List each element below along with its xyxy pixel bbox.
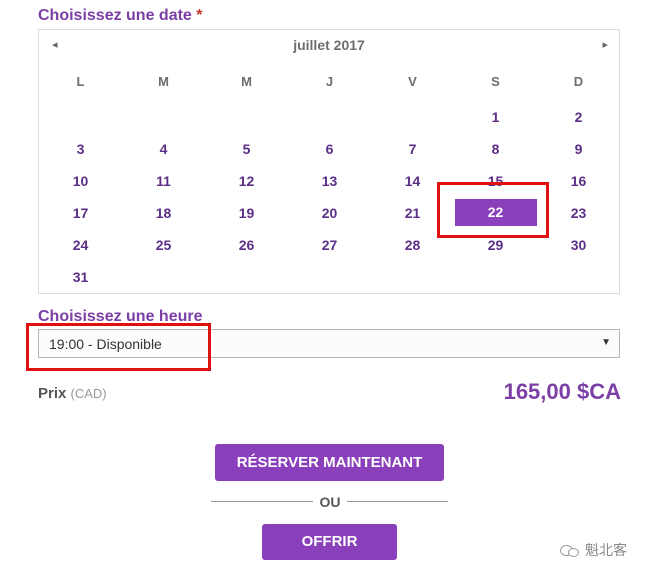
calendar-day[interactable]: 2 [537,106,620,138]
calendar-day[interactable]: 19 [205,202,288,234]
weekday-header: V [408,74,417,89]
calendar-day-empty [122,106,205,138]
weekday-header: L [76,74,85,89]
calendar: ◂ juillet 2017 ▸ L M M J V S D 1 2 3 4 5 6 7 8 9 10 11 12 1… [38,29,620,294]
calendar-day[interactable]: 30 [537,234,620,266]
calendar-day[interactable]: 11 [122,170,205,202]
calendar-day[interactable]: 13 [288,170,371,202]
calendar-day[interactable]: 1 [454,106,537,138]
weekday-header: D [573,74,584,89]
calendar-month-title: juillet 2017 [293,37,365,53]
reserve-now-button[interactable]: RÉSERVER MAINTENANT [215,444,444,481]
calendar-day[interactable]: 20 [288,202,371,234]
calendar-day[interactable]: 6 [288,138,371,170]
offer-button[interactable]: OFFRIR [262,524,397,560]
calendar-day[interactable]: 3 [39,138,122,170]
weekday-header: M [158,74,169,89]
calendar-day-empty [288,106,371,138]
divider-left [211,501,313,502]
watermark-text: 魁北客 [585,542,627,558]
calendar-day[interactable]: 24 [39,234,122,266]
divider-right [347,501,448,502]
price-label-text: Prix [38,385,67,402]
calendar-day-empty [39,106,122,138]
time-highlight-box [26,323,211,371]
calendar-day[interactable]: 5 [205,138,288,170]
calendar-day[interactable]: 12 [205,170,288,202]
weekday-header: S [491,74,500,89]
calendar-day-empty [371,106,454,138]
calendar-day[interactable]: 8 [454,138,537,170]
date-highlight-box [437,182,549,238]
calendar-day[interactable]: 17 [39,202,122,234]
calendar-day[interactable]: 18 [122,202,205,234]
calendar-day[interactable]: 23 [537,202,620,234]
calendar-day[interactable]: 4 [122,138,205,170]
wechat-icon [560,543,580,557]
calendar-day[interactable]: 31 [39,266,122,298]
weekday-header: M [241,74,252,89]
watermark: 魁北客 [560,540,627,560]
date-section-label: Choisissez une date * [38,7,203,25]
price-currency-unit: (CAD) [70,386,107,401]
calendar-day[interactable]: 10 [39,170,122,202]
dropdown-arrow-icon: ▼ [601,337,611,348]
calendar-day[interactable]: 7 [371,138,454,170]
weekday-header: J [325,74,334,89]
calendar-day[interactable]: 28 [371,234,454,266]
or-separator-text: OU [319,494,341,510]
price-label: Prix (CAD) [38,385,107,402]
calendar-day-empty [205,106,288,138]
chevron-right-icon[interactable]: ▸ [602,38,608,51]
required-mark: * [196,7,203,24]
price-value: 165,00 $CA [503,379,621,404]
calendar-day[interactable]: 9 [537,138,620,170]
calendar-day[interactable]: 26 [205,234,288,266]
calendar-day[interactable]: 27 [288,234,371,266]
calendar-day[interactable]: 29 [454,234,537,266]
calendar-day[interactable]: 16 [537,170,620,202]
calendar-day[interactable]: 25 [122,234,205,266]
date-label-text: Choisissez une date [38,7,192,24]
